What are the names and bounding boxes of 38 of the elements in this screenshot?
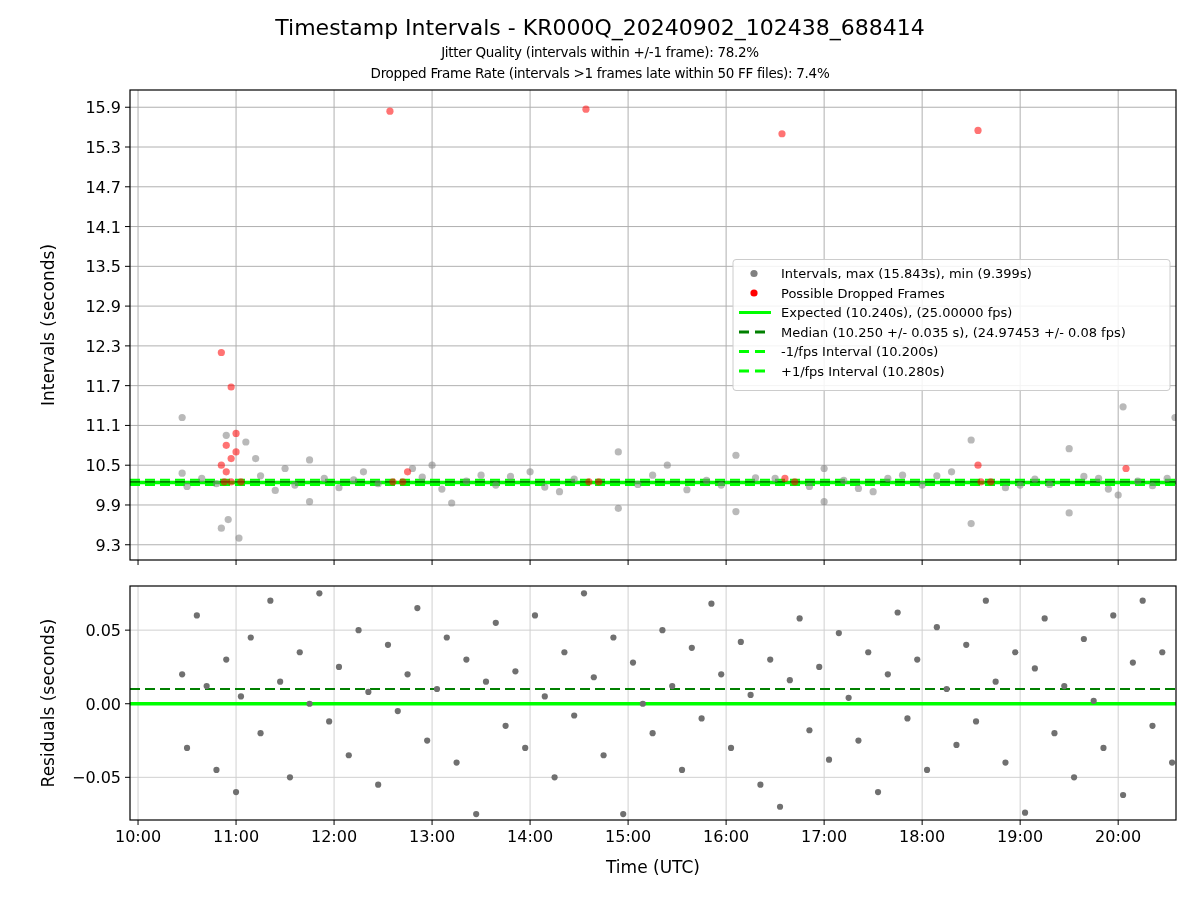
tick-label: 9.9 <box>95 496 121 515</box>
tick-label: 11:00 <box>213 827 260 846</box>
tick-label: 11.7 <box>85 376 121 396</box>
tick-label: 14.7 <box>85 177 121 197</box>
tick-label: 0.05 <box>85 621 121 641</box>
chart-subtitle: Jitter Quality (intervals within +/-1 frame): 78.2% <box>441 43 759 62</box>
tick-label: 12.3 <box>85 336 121 356</box>
tick-label: 13.5 <box>85 257 121 277</box>
tick-label: 19:00 <box>997 827 1044 846</box>
legend-label: Possible Dropped Frames <box>781 285 945 301</box>
axis-label: Time (UTC) <box>606 857 700 877</box>
tick-label: 9.3 <box>95 535 121 555</box>
legend-label: +1/fps Interval (10.280s) <box>781 363 945 379</box>
tick-label: −0.05 <box>71 768 121 788</box>
tick-label: 11.1 <box>85 416 121 436</box>
tick-label: 14:00 <box>507 827 554 846</box>
tick-label: 10.5 <box>85 456 121 476</box>
tick-label: 16:00 <box>703 827 750 846</box>
tick-label: 10:00 <box>115 827 162 846</box>
tick-label: 12:00 <box>311 827 358 846</box>
legend-label: Median (10.250 +/- 0.035 s), (24.97453 +/- 0.08 fps) <box>781 324 1126 340</box>
tick-label: 18:00 <box>899 827 946 846</box>
tick-label: 17:00 <box>801 827 848 846</box>
axis-label: Intervals (seconds) <box>38 243 58 407</box>
tick-label: 20:00 <box>1095 827 1142 846</box>
tick-label: 14.1 <box>85 217 121 237</box>
axis-label: Residuals (seconds) <box>38 618 58 788</box>
tick-label: 15:00 <box>605 827 652 846</box>
legend-label: -1/fps Interval (10.200s) <box>781 344 939 359</box>
chart-title: Timestamp Intervals - KR000Q_20240902_102438_688414 <box>275 14 925 42</box>
chart-subtitle: Dropped Frame Rate (intervals >1 frames late within 50 FF files): 7.4% <box>370 64 830 83</box>
tick-label: 13:00 <box>409 827 456 846</box>
tick-label: 12.9 <box>85 297 121 317</box>
legend-label: Expected (10.240s), (25.00000 fps) <box>781 305 1013 320</box>
tick-label: 15.3 <box>85 138 121 157</box>
tick-label: 0.00 <box>85 694 121 714</box>
legend-label: Intervals, max (15.843s), min (9.399s) <box>781 266 1032 281</box>
tick-label: 15.9 <box>85 98 121 118</box>
